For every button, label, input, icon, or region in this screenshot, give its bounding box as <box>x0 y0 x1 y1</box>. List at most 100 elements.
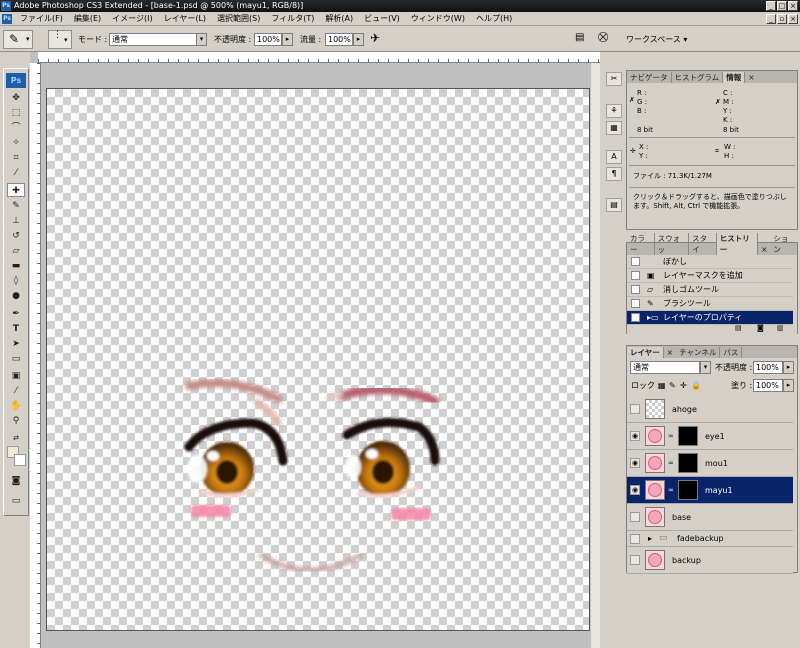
move-tool-icon[interactable]: ✥ <box>7 91 25 105</box>
visibility-toggle[interactable] <box>630 555 640 565</box>
menu-image[interactable]: イメージ(I) <box>107 12 158 26</box>
eye-icon[interactable]: ◉ <box>630 485 640 495</box>
close-icon[interactable]: × <box>758 244 770 255</box>
background-color-swatch[interactable] <box>14 454 26 466</box>
close-icon[interactable]: × <box>664 347 676 358</box>
brush-size-picker[interactable]: ⋮ ▾ <box>48 30 72 49</box>
close-button[interactable]: × <box>788 1 798 11</box>
workspace-button[interactable]: ワークスペース ▾ <box>626 33 687 46</box>
layer-row-backup[interactable]: backup <box>627 547 793 574</box>
quick-mask-icon[interactable]: ◙ <box>7 474 25 488</box>
tab-histogram[interactable]: ヒストグラム <box>672 72 724 83</box>
history-item[interactable]: ✎ ブラシツール <box>627 297 793 311</box>
vertical-ruler[interactable] <box>30 63 41 648</box>
opacity-input[interactable]: 100% <box>254 33 282 46</box>
history-brush-tool-icon[interactable]: ↺ <box>7 229 25 243</box>
layer-mask-thumbnail[interactable] <box>678 480 698 500</box>
tab-navigator[interactable]: ナビゲータ <box>627 72 672 83</box>
palette-well-icon[interactable]: ▤ <box>575 32 584 43</box>
go-to-bridge-icon[interactable]: ⛒ <box>598 32 608 43</box>
flow-slider-button[interactable]: ▸ <box>353 33 364 46</box>
tool-presets-icon[interactable]: ✂ <box>606 72 622 86</box>
hand-tool-icon[interactable]: ✋ <box>7 399 25 413</box>
eyedropper-tool-icon[interactable]: ⁄ <box>7 384 25 398</box>
history-source-checkbox[interactable] <box>631 257 640 266</box>
vertical-scrollbar[interactable] <box>591 63 600 648</box>
history-item-selected[interactable]: ▸▭ レイヤーのプロパティ <box>627 311 793 325</box>
layer-comps-icon[interactable]: ▤ <box>606 198 622 212</box>
eraser-tool-icon[interactable]: ▱ <box>7 244 25 258</box>
layer-row-base[interactable]: base <box>627 504 793 531</box>
clone-source-icon[interactable]: ▦ <box>606 121 622 135</box>
mode-dropdown-button[interactable]: ▾ <box>196 33 207 46</box>
doc-restore-button[interactable]: ▫ <box>777 14 787 24</box>
menu-view[interactable]: ビュー(V) <box>359 12 406 26</box>
minimize-button[interactable]: _ <box>766 1 776 11</box>
magic-wand-tool-icon[interactable]: ✧ <box>7 136 25 150</box>
triangle-right-icon[interactable]: ▸ <box>648 534 652 543</box>
tab-layers[interactable]: レイヤー <box>627 347 664 358</box>
history-source-checkbox[interactable] <box>631 285 640 294</box>
maximize-button[interactable]: □ <box>777 1 787 11</box>
doc-close-button[interactable]: × <box>788 14 798 24</box>
snapshot-icon[interactable]: ◙ <box>757 324 764 332</box>
path-selection-tool-icon[interactable]: ➤ <box>7 337 25 351</box>
visibility-toggle[interactable] <box>630 534 640 544</box>
lock-transparent-icon[interactable]: ▦ <box>658 379 666 392</box>
layer-row-eye1[interactable]: ◉ ∞ eye1 <box>627 423 793 450</box>
layer-mask-thumbnail[interactable] <box>678 453 698 473</box>
screen-mode-icon[interactable]: ▭ <box>7 494 25 508</box>
canvas[interactable] <box>46 88 590 631</box>
history-item[interactable]: ▣ レイヤーマスクを追加 <box>627 269 793 283</box>
brushes-panel-icon[interactable]: ⚘ <box>606 104 622 118</box>
fill-slider-button[interactable]: ▸ <box>783 379 794 392</box>
layer-opacity-slider-button[interactable]: ▸ <box>783 361 794 374</box>
history-source-checkbox[interactable] <box>631 313 640 322</box>
notes-tool-icon[interactable]: ▣ <box>7 369 25 383</box>
paragraph-panel-icon[interactable]: ¶ <box>606 167 622 181</box>
marquee-tool-icon[interactable]: ⬚ <box>7 106 25 120</box>
link-icon[interactable]: ∞ <box>668 486 674 494</box>
menu-help[interactable]: ヘルプ(H) <box>471 12 518 26</box>
mode-select[interactable]: 通常 <box>109 33 199 46</box>
layer-row-mou1[interactable]: ◉ ∞ mou1 <box>627 450 793 477</box>
link-icon[interactable]: ∞ <box>668 459 674 467</box>
layer-row-ahoge[interactable]: ahoge <box>627 396 793 423</box>
eye-icon[interactable]: ◉ <box>630 458 640 468</box>
blur-tool-icon[interactable]: ◊ <box>7 274 25 288</box>
layer-row-mayu1[interactable]: ◉ ∞ mayu1 <box>627 477 793 504</box>
pen-tool-icon[interactable]: ✒ <box>7 307 25 321</box>
link-icon[interactable]: ∞ <box>668 432 674 440</box>
crop-tool-icon[interactable]: ⌗ <box>7 151 25 165</box>
new-document-from-state-icon[interactable]: ▤ <box>735 324 742 332</box>
opacity-slider-button[interactable]: ▸ <box>282 33 293 46</box>
tab-swatches[interactable]: スウォッ <box>655 233 690 255</box>
swap-colors-icon[interactable]: ⇄ <box>7 431 25 445</box>
tab-paths[interactable]: パス <box>720 347 743 358</box>
dodge-tool-icon[interactable]: ● <box>7 289 25 303</box>
menu-window[interactable]: ウィンドウ(W) <box>406 12 471 26</box>
stamp-tool-icon[interactable]: ⊥ <box>7 214 25 228</box>
tab-info[interactable]: 情報 <box>723 72 746 83</box>
slice-tool-icon[interactable]: ⁄ <box>7 166 25 180</box>
lasso-tool-icon[interactable]: ⌒ <box>7 121 25 135</box>
layer-opacity-input[interactable]: 100% <box>753 361 783 374</box>
doc-minimize-button[interactable]: _ <box>766 14 776 24</box>
menu-file[interactable]: ファイル(F) <box>15 12 69 26</box>
type-tool-icon[interactable]: T <box>7 322 25 336</box>
eye-icon[interactable]: ◉ <box>630 431 640 441</box>
airbrush-icon[interactable]: ✈ <box>370 31 380 45</box>
layer-group-fadebackup[interactable]: ▸ ▭ fadebackup <box>627 531 793 547</box>
shape-tool-icon[interactable]: ▭ <box>7 352 25 366</box>
history-item[interactable]: ぼかし <box>627 255 793 269</box>
tool-preset-picker[interactable]: ✎ ▾ <box>3 30 33 49</box>
tab-channels[interactable]: チャンネル <box>676 347 721 358</box>
menu-filter[interactable]: フィルタ(T) <box>266 12 320 26</box>
history-item[interactable]: ▱ 消しゴムツール <box>627 283 793 297</box>
tab-color[interactable]: カラー <box>627 233 655 255</box>
menu-select[interactable]: 選択範囲(S) <box>212 12 266 26</box>
tab-styles[interactable]: スタイ <box>689 233 717 255</box>
horizontal-ruler[interactable] <box>38 52 600 63</box>
flow-input[interactable]: 100% <box>325 33 353 46</box>
blend-mode-dropdown-button[interactable]: ▾ <box>700 361 711 374</box>
